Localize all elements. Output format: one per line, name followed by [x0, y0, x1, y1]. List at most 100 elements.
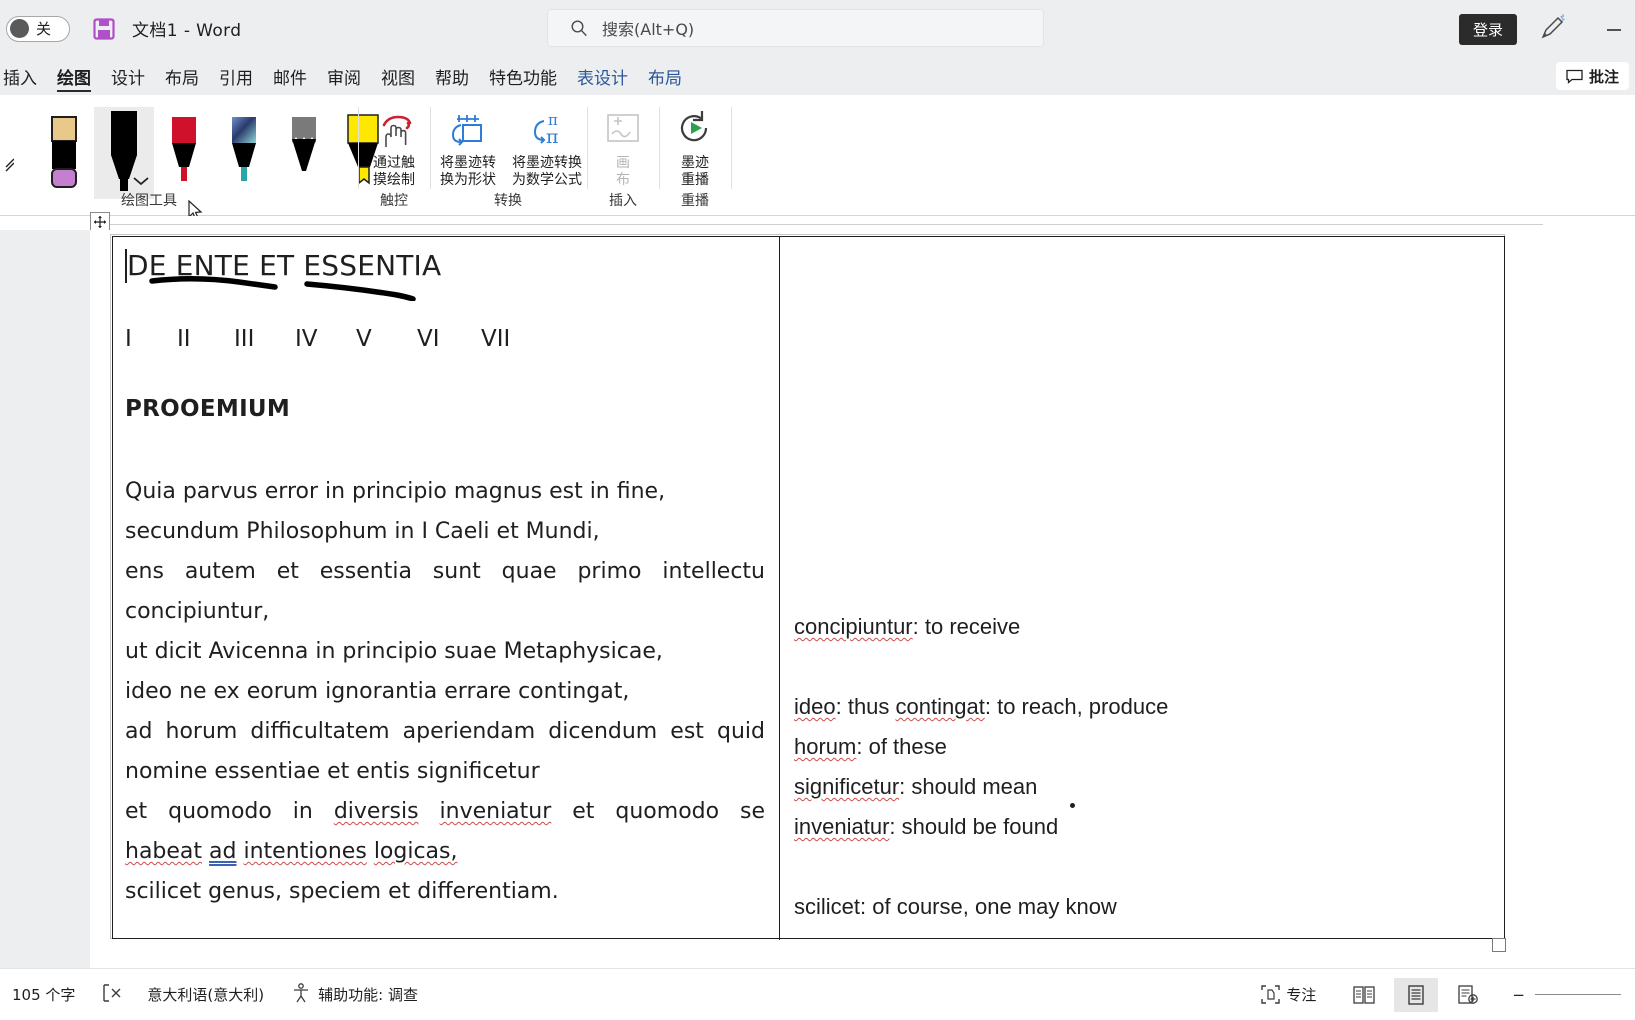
ink-replay-button[interactable]: 墨迹 重播 — [658, 103, 732, 188]
latin-line-11: scilicet genus, speciem et differentiam. — [125, 879, 559, 904]
pen-highlight-icon[interactable] — [1537, 13, 1567, 43]
zoom-track[interactable] — [1535, 993, 1621, 996]
ruler-line — [110, 224, 1543, 225]
save-icon[interactable] — [92, 17, 116, 41]
zoom-out-button[interactable]: − — [1512, 986, 1525, 1004]
read-mode-icon — [1353, 985, 1376, 1004]
roman-iv: IV — [295, 326, 318, 352]
focus-mode-button[interactable]: 专注 — [1261, 984, 1316, 1005]
hand-draw-icon — [357, 103, 431, 155]
roman-numeral-row: I II III IV V VI VII — [125, 326, 765, 352]
draw-with-touch-label-2: 摸绘制 — [373, 171, 415, 188]
signin-button[interactable]: 登录 — [1458, 14, 1517, 45]
spell-error-logicas: logicas, — [373, 839, 458, 864]
pen-partial-left[interactable] — [0, 107, 34, 199]
ink-to-math-label-2: 为数学公式 — [512, 171, 582, 188]
latin-body[interactable]: Quia parvus error in principio magnus es… — [125, 472, 765, 912]
glossary-def-inveniatur: should be found — [901, 814, 1059, 839]
table-cell-glossary[interactable]: concipiuntur: to receive ideo: thus cont… — [780, 237, 1506, 940]
tab-insert[interactable]: 插入 — [0, 57, 47, 95]
ink-to-shape-button[interactable]: 将墨迹转 换为形状 — [431, 103, 505, 188]
zoom-slider[interactable]: − — [1512, 986, 1621, 1004]
tab-references[interactable]: 引用 — [209, 57, 263, 95]
glossary-term-significetur: significetur — [794, 774, 900, 799]
document-canvas[interactable]: DE ENTE ET ESSENTIA I II III IV V VI VII — [0, 230, 1635, 968]
ink-to-math-icon: π π — [505, 103, 589, 155]
tab-review[interactable]: 审阅 — [317, 57, 371, 95]
glossary-term-concipiuntur: concipiuntur — [794, 614, 913, 639]
glossary-sep-0: : — [912, 614, 925, 639]
text-caret — [125, 249, 127, 283]
accessibility-icon[interactable] — [290, 982, 312, 1008]
word-count[interactable]: 105 个字 — [12, 984, 75, 1005]
drawing-canvas-label-1: 画 — [616, 155, 630, 171]
glossary-entry-horum: horum: of these — [794, 727, 1492, 767]
view-read-mode-button[interactable] — [1342, 978, 1386, 1012]
tab-design[interactable]: 设计 — [101, 57, 155, 95]
ribbon-group-touch: 通过触 摸绘制 触控 — [359, 95, 429, 216]
tab-table-design[interactable]: 表设计 — [567, 57, 638, 95]
tab-view[interactable]: 视图 — [371, 57, 425, 95]
tab-table-layout[interactable]: 布局 — [638, 57, 692, 95]
ink-dot-mark — [1070, 803, 1075, 808]
ink-to-shape-icon — [431, 103, 505, 155]
document-page[interactable]: DE ENTE ET ESSENTIA I II III IV V VI VII — [110, 234, 1506, 952]
view-web-layout-button[interactable] — [1446, 978, 1490, 1012]
pen-gallery — [0, 99, 394, 199]
table-resize-handle[interactable] — [1492, 938, 1506, 952]
spell-error-habeat: habeat — [125, 839, 203, 864]
autosave-toggle[interactable]: 关 — [6, 15, 70, 42]
web-layout-icon — [1458, 984, 1479, 1004]
ink-to-math-button[interactable]: π π 将墨迹转换 为数学公式 — [505, 103, 589, 188]
glossary-def-ideo: thus — [847, 694, 890, 719]
pencil-gray-tool[interactable] — [274, 107, 334, 199]
language-indicator[interactable]: 意大利语(意大利) — [147, 984, 264, 1005]
title-bar: 关 文档1 - Word 搜索(Alt+Q) 登录 — [0, 0, 1635, 57]
ribbon-group-label-insert: 插入 — [609, 193, 637, 209]
comments-button[interactable]: 批注 — [1555, 62, 1629, 90]
glossary-def-scilicet: of course, one may know — [872, 894, 1117, 919]
glossary-term-ideo: ideo — [794, 694, 836, 719]
latin-line-1: Quia parvus error in principio magnus es… — [125, 479, 666, 504]
table-cell-latin[interactable]: DE ENTE ET ESSENTIA I II III IV V VI VII — [113, 237, 779, 940]
glossary-entry-inveniatur: inveniatur: should be found — [794, 803, 1492, 847]
svg-text:π: π — [546, 126, 559, 148]
ribbon-body: 绘图工具 通过触 摸绘制 触控 将墨迹转 换为形状 π π 将墨迹转换 为数学公… — [0, 95, 1635, 216]
roman-vii: VII — [481, 326, 511, 352]
toggle-off-icon — [10, 19, 29, 38]
ink-underline-strokes — [149, 276, 416, 301]
eraser-tool[interactable] — [34, 107, 94, 199]
focus-icon — [1261, 985, 1281, 1004]
pen-black-tool[interactable] — [94, 107, 154, 199]
pen-galaxy-tool[interactable] — [214, 107, 274, 199]
roman-ii: II — [177, 326, 191, 352]
section-heading: PROOEMIUM — [125, 396, 291, 422]
chevron-down-icon[interactable] — [132, 175, 150, 187]
table-container: DE ENTE ET ESSENTIA I II III IV V VI VII — [112, 236, 1506, 940]
view-print-layout-button[interactable] — [1394, 977, 1439, 1012]
page-title: DE ENTE ET ESSENTIA — [125, 249, 765, 301]
ink-to-math-label-1: 将墨迹转换 — [512, 155, 582, 171]
glossary-entry-significetur: significetur: should mean — [794, 767, 1492, 807]
proofing-icon[interactable] — [101, 982, 123, 1008]
minimize-button[interactable] — [1603, 18, 1625, 38]
tab-mailings[interactable]: 邮件 — [263, 57, 317, 95]
tab-draw[interactable]: 绘图 — [47, 57, 101, 95]
glossary-def-contingat: to reach, produce — [997, 694, 1169, 719]
tab-help[interactable]: 帮助 — [425, 57, 479, 95]
focus-label: 专注 — [1286, 986, 1317, 1004]
draw-with-touch-button[interactable]: 通过触 摸绘制 — [357, 103, 431, 188]
autosave-label: 关 — [36, 20, 52, 38]
tab-layout[interactable]: 布局 — [155, 57, 209, 95]
search-input[interactable]: 搜索(Alt+Q) — [547, 9, 1044, 47]
glossary-body[interactable]: concipiuntur: to receive ideo: thus cont… — [794, 607, 1492, 927]
glossary-term-scilicet: scilicet — [794, 894, 861, 919]
replay-icon — [658, 103, 732, 155]
glossary-term-inveniatur: inveniatur — [794, 814, 890, 839]
table-move-handle[interactable] — [90, 212, 110, 232]
tab-features[interactable]: 特色功能 — [479, 57, 567, 95]
glossary-entry-concipiuntur: concipiuntur: to receive — [794, 607, 1492, 647]
status-bar: 105 个字 意大利语(意大利) 辅助功能: 调查 专注 − — [0, 968, 1635, 1020]
accessibility-status[interactable]: 辅助功能: 调查 — [318, 984, 418, 1005]
pen-red-tool[interactable] — [154, 107, 214, 199]
